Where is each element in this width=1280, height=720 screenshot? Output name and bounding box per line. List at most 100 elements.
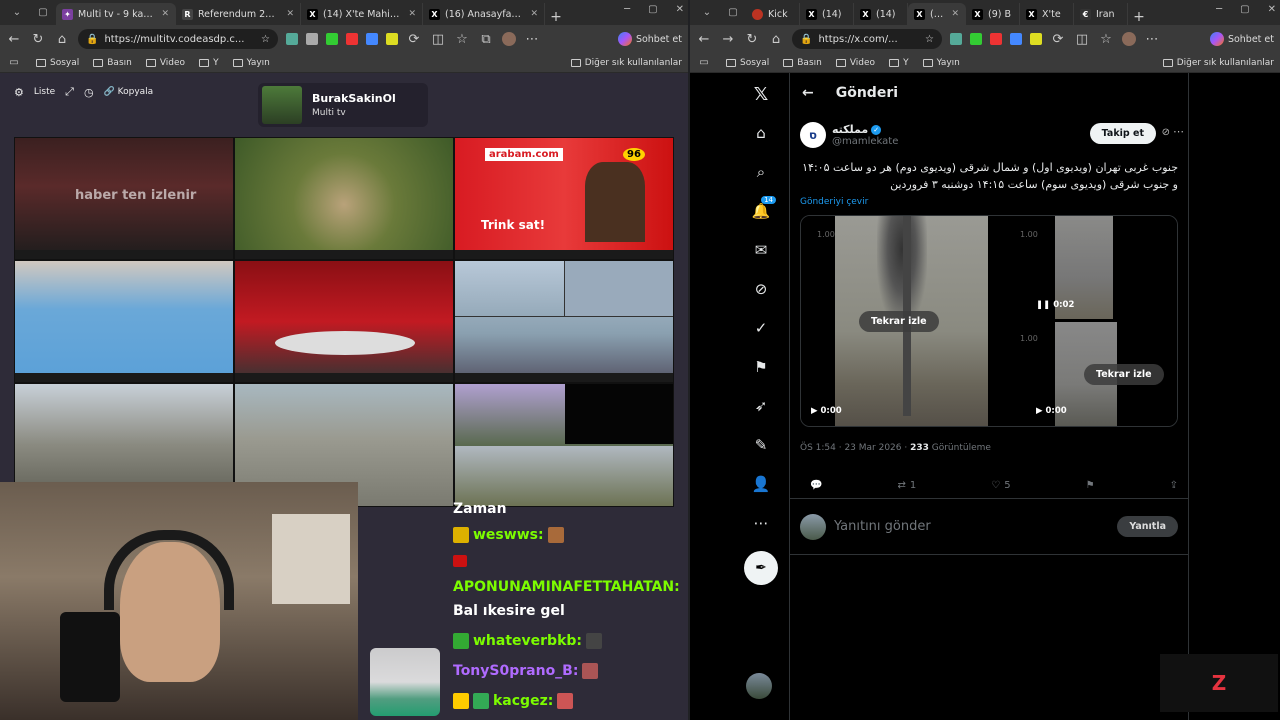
- favorite-star-icon[interactable]: ☆: [261, 34, 270, 45]
- new-tab-button[interactable]: +: [1128, 9, 1150, 25]
- channel-tile[interactable]: arabam.com 96 Trink sat!: [454, 137, 674, 260]
- forward-icon[interactable]: →: [720, 32, 736, 47]
- extension-icon[interactable]: [326, 33, 338, 45]
- channel-tile[interactable]: haber ten izlenir: [14, 137, 234, 260]
- author-name-row[interactable]: مملكته ✓: [832, 123, 898, 136]
- maximize-icon[interactable]: ▢: [1240, 4, 1249, 15]
- search-icon[interactable]: ⌕: [750, 161, 772, 183]
- tab-x-active[interactable]: X (14) ✕: [908, 3, 966, 25]
- close-tab-icon[interactable]: ✕: [286, 9, 294, 19]
- home-icon[interactable]: ⌂: [768, 32, 784, 47]
- tab-x[interactable]: X X'te: [1020, 3, 1074, 25]
- extension-icon[interactable]: [970, 33, 982, 45]
- bookmark-folder[interactable]: Basın: [93, 58, 132, 68]
- premium-icon[interactable]: ✓: [750, 317, 772, 339]
- replay-button[interactable]: Tekrar izle: [859, 311, 939, 332]
- reply-button[interactable]: Yanıtla: [1117, 516, 1178, 537]
- bookmark-folder[interactable]: Sosyal: [726, 58, 769, 68]
- extension-icon[interactable]: [346, 33, 358, 45]
- profile-icon[interactable]: 👤: [750, 473, 772, 495]
- address-bar[interactable]: 🔒 https://x.com/... ☆: [792, 29, 942, 49]
- extension-icon[interactable]: [386, 33, 398, 45]
- extension-icon[interactable]: [366, 33, 378, 45]
- tab-actions-icon[interactable]: ⌄: [694, 0, 720, 25]
- extensions-puzzle-icon[interactable]: ⟳: [406, 32, 422, 47]
- like-action[interactable]: ♡ 5: [991, 473, 1010, 498]
- repost-action[interactable]: ⇄ 1: [897, 473, 916, 498]
- extension-icon[interactable]: [990, 33, 1002, 45]
- tab-kick[interactable]: Kick: [746, 3, 800, 25]
- home-icon[interactable]: ⌂: [54, 32, 70, 47]
- close-window-icon[interactable]: ✕: [1268, 4, 1276, 15]
- channel-tile[interactable]: [454, 260, 674, 383]
- tab-iran[interactable]: € Iran: [1074, 3, 1128, 25]
- tab-x-anasayfa[interactable]: X (16) Anasayfa / X ✕: [423, 3, 545, 25]
- minimize-icon[interactable]: ─: [624, 4, 630, 15]
- close-tab-icon[interactable]: ✕: [161, 9, 169, 19]
- refresh-icon[interactable]: ◷: [84, 86, 94, 99]
- workspaces-icon[interactable]: ▢: [720, 0, 746, 25]
- pause-icon[interactable]: ❚❚: [1036, 300, 1050, 310]
- channel-tile[interactable]: [234, 260, 454, 383]
- minimize-icon[interactable]: ─: [1216, 4, 1222, 15]
- tab-referendum[interactable]: R Referendum 2026, ogg... ✕: [176, 3, 301, 25]
- fullscreen-icon[interactable]: ⤢: [65, 85, 74, 99]
- copilot-chat-button[interactable]: Sohbet et: [1209, 32, 1274, 46]
- tab-x[interactable]: X (9) B: [966, 3, 1020, 25]
- copy-button[interactable]: 🔗 Kopyala: [104, 87, 154, 97]
- tab-x[interactable]: X (14): [800, 3, 854, 25]
- grok-explain-icon[interactable]: ⊘: [1162, 127, 1170, 138]
- video-player[interactable]: 1.00 ❚❚ 0:02 1.00 Tekrar izle ▶ 0:00: [990, 216, 1177, 426]
- copilot-chat-button[interactable]: Sohbet et: [617, 32, 682, 46]
- back-icon[interactable]: ←: [696, 32, 712, 47]
- profile-avatar[interactable]: [502, 32, 516, 46]
- menu-dots-icon[interactable]: ⋯: [1144, 32, 1160, 47]
- extension-icon[interactable]: [950, 33, 962, 45]
- notifications-icon[interactable]: 🔔 14: [750, 196, 776, 222]
- follow-button[interactable]: Takip et: [1089, 123, 1156, 144]
- close-tab-icon[interactable]: ✕: [408, 9, 416, 19]
- more-options-icon[interactable]: ⋯: [1173, 125, 1184, 138]
- collections-icon[interactable]: ⧉: [478, 32, 494, 47]
- bookmark-import-icon[interactable]: ▭: [696, 57, 712, 68]
- share-action[interactable]: ⇪: [1170, 473, 1178, 498]
- gear-icon[interactable]: ⚙: [14, 86, 24, 99]
- extension-icon[interactable]: [306, 33, 318, 45]
- channel-tile[interactable]: [234, 137, 454, 260]
- other-favorites[interactable]: Diğer sık kullanılanlar: [1162, 58, 1274, 68]
- home-icon[interactable]: ⌂: [750, 122, 772, 144]
- refresh-icon[interactable]: ↻: [744, 32, 760, 47]
- video-player[interactable]: 1.00 Tekrar izle ▶ 0:00: [801, 216, 988, 426]
- split-screen-icon[interactable]: ◫: [1074, 32, 1090, 47]
- user-card[interactable]: BurakSakinOl Multi tv: [258, 83, 428, 127]
- grok-icon[interactable]: ⊘: [750, 278, 772, 300]
- extension-icon[interactable]: [1010, 33, 1022, 45]
- close-tab-icon[interactable]: ✕: [951, 9, 959, 19]
- extension-icon[interactable]: [1030, 33, 1042, 45]
- bookmark-folder[interactable]: Y: [199, 58, 219, 68]
- translate-link[interactable]: Gönderiyi çevir: [790, 193, 1188, 211]
- back-arrow-icon[interactable]: ←: [802, 85, 814, 101]
- bookmark-import-icon[interactable]: ▭: [6, 57, 22, 68]
- bookmark-folder[interactable]: Sosyal: [36, 58, 79, 68]
- bookmark-folder[interactable]: Video: [145, 58, 185, 68]
- favorites-icon[interactable]: ☆: [1098, 32, 1114, 47]
- favorite-star-icon[interactable]: ☆: [925, 34, 934, 45]
- close-window-icon[interactable]: ✕: [676, 4, 684, 15]
- x-logo-icon[interactable]: 𝕏: [750, 83, 772, 105]
- bookmark-action[interactable]: ⚑: [1086, 473, 1095, 498]
- more-icon[interactable]: ⋯: [750, 512, 772, 534]
- close-tab-icon[interactable]: ✕: [530, 9, 538, 19]
- tab-x-mahir[interactable]: X (14) X'te Mahir KILIÇ: "... ✕: [301, 3, 423, 25]
- reply-action[interactable]: 💬: [810, 473, 822, 498]
- split-screen-icon[interactable]: ◫: [430, 32, 446, 47]
- channel-tile[interactable]: [14, 260, 234, 383]
- tab-actions-icon[interactable]: ⌄: [4, 0, 30, 25]
- messages-icon[interactable]: ✉: [750, 239, 772, 261]
- tab-multitv[interactable]: ✦ Multi tv - 9 kanal izlenir ✕: [56, 3, 176, 25]
- play-icon[interactable]: ▶: [1036, 406, 1043, 416]
- bookmark-folder[interactable]: Y: [889, 58, 909, 68]
- bookmark-folder[interactable]: Yayın: [232, 58, 270, 68]
- maximize-icon[interactable]: ▢: [648, 4, 657, 15]
- workspaces-icon[interactable]: ▢: [30, 0, 56, 25]
